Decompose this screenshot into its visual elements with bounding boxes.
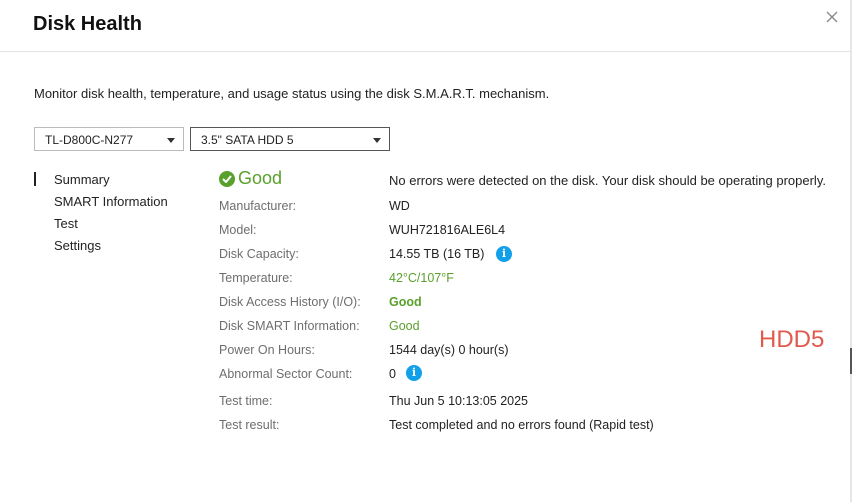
nav-item-smart-information[interactable]: SMART Information (54, 194, 168, 209)
capacity-label: Disk Capacity: (219, 247, 299, 261)
enclosure-select-value: TL-D800C-N277 (45, 133, 134, 147)
enclosure-select[interactable]: TL-D800C-N277 (34, 127, 184, 151)
temperature-label: Temperature: (219, 271, 293, 285)
temperature-value: 42°C/107°F (389, 271, 454, 285)
health-status-message: No errors were detected on the disk. You… (389, 173, 826, 188)
disk-select-value: 3.5" SATA HDD 5 (201, 133, 294, 147)
close-icon[interactable] (822, 8, 842, 28)
model-value: WUH721816ALE6L4 (389, 223, 506, 237)
manufacturer-value: WD (389, 199, 410, 213)
power-on-hours-label: Power On Hours: (219, 343, 315, 357)
smart-info-value: Good (389, 319, 420, 333)
test-result-label: Test result: (219, 418, 280, 432)
test-time-label: Test time: (219, 394, 273, 408)
capacity-info-icon[interactable]: i (496, 246, 512, 262)
power-on-hours-value: 1544 day(s) 0 hour(s) (389, 343, 509, 357)
hdd-annotation-label: HDD5 (759, 326, 825, 353)
nav-item-settings[interactable]: Settings (54, 238, 101, 253)
nav-item-test[interactable]: Test (54, 216, 78, 231)
chevron-down-icon (373, 138, 381, 143)
test-time-value: Thu Jun 5 10:13:05 2025 (389, 394, 529, 408)
check-circle-icon (219, 171, 235, 187)
chevron-down-icon (167, 138, 175, 143)
manufacturer-label: Manufacturer: (219, 199, 297, 213)
disk-select[interactable]: 3.5" SATA HDD 5 (190, 127, 390, 151)
health-status: Good (238, 168, 283, 188)
smart-info-label: Disk SMART Information: (219, 319, 360, 333)
test-result-value: Test completed and no errors found (Rapi… (389, 418, 654, 432)
abnormal-sector-label: Abnormal Sector Count: (219, 367, 353, 381)
dialog-header: Disk Health (0, 0, 850, 52)
dialog-title: Disk Health (33, 13, 142, 35)
abnormal-sector-info-icon[interactable]: i (406, 365, 422, 381)
nav-active-indicator (34, 172, 36, 186)
access-history-label: Disk Access History (I/O): (219, 295, 361, 309)
nav-item-summary[interactable]: Summary (54, 172, 110, 187)
dialog-description: Monitor disk health, temperature, and us… (34, 86, 550, 101)
model-label: Model: (219, 223, 257, 237)
access-history-value[interactable]: Good (389, 295, 422, 309)
abnormal-sector-value: 0 (389, 367, 396, 381)
disk-health-dialog: Disk Health Monitor disk health, tempera… (0, 0, 851, 502)
capacity-value: 14.55 TB (16 TB) (389, 247, 485, 261)
